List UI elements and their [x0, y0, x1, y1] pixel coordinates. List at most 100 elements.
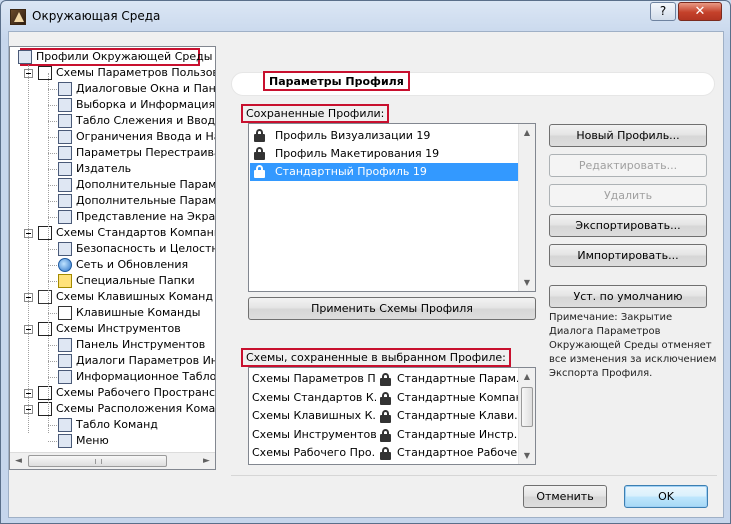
- tree-horizontal-scrollbar[interactable]: ◄ ►: [10, 452, 215, 469]
- tracker-icon: [58, 114, 72, 128]
- apply-profile-schemes-button[interactable]: Применить Схемы Профиля: [248, 297, 536, 320]
- profiles-list[interactable]: Профиль Визуализации 19 Профиль Макетиро…: [248, 123, 536, 292]
- scroll-down-icon[interactable]: ▼: [519, 274, 535, 291]
- tree-item[interactable]: Специальные Папки: [10, 273, 215, 289]
- settings-tree[interactable]: Профили Окружающей Среды Схемы Параметров…: [9, 46, 216, 470]
- tree-item[interactable]: Издатель: [10, 161, 215, 177]
- tree-connector: [48, 217, 57, 218]
- table-row[interactable]: [249, 463, 519, 465]
- schemes-vertical-scrollbar[interactable]: ▲ ▼: [518, 368, 535, 464]
- help-button[interactable]: ?: [650, 2, 676, 21]
- tool-dialog-icon: [58, 354, 72, 368]
- folder-icon: [58, 274, 72, 288]
- import-profile-button[interactable]: Импортировать...: [549, 244, 707, 267]
- tree-item[interactable]: Параметры Перестраивани: [10, 145, 215, 161]
- publisher-icon: [58, 162, 72, 176]
- tree-item[interactable]: Табло Команд: [10, 417, 215, 433]
- profile-icon: [18, 50, 32, 64]
- scroll-down-icon[interactable]: ▼: [519, 447, 535, 464]
- tree-item[interactable]: Меню: [10, 433, 215, 449]
- note-text: Примечание: Закрытие Диалога Параметров …: [549, 312, 717, 379]
- list-item[interactable]: Профиль Макетирования 19: [250, 145, 520, 163]
- tree-item[interactable]: Табло Слежения и Ввод Ко: [10, 113, 215, 129]
- tree-item-label: Параметры Перестраивани: [76, 146, 215, 159]
- list-item[interactable]: Профиль Визуализации 19: [250, 127, 520, 145]
- table-row[interactable]: Схемы Инструментов Стандартные Инстр...: [249, 426, 519, 444]
- tree-item[interactable]: Дополнительные Парамет: [10, 177, 215, 193]
- selection-icon: [58, 98, 72, 112]
- list-item-selected[interactable]: Стандартный Профиль 19: [250, 163, 520, 181]
- tree-item-label: Безопасность и Целостнос: [76, 242, 216, 255]
- tree-item[interactable]: Панель Инструментов: [10, 337, 215, 353]
- tree-item[interactable]: Профили Окружающей Среды: [10, 49, 215, 65]
- tree-item-label: Табло Команд: [76, 418, 158, 431]
- scroll-thumb[interactable]: [521, 387, 533, 427]
- ok-button[interactable]: OK: [624, 485, 708, 508]
- tree-connector: [48, 121, 57, 122]
- tree-connector: [48, 137, 57, 138]
- tree-item-label: Меню: [76, 434, 109, 447]
- lock-icon: [380, 447, 391, 460]
- close-button[interactable]: ✕: [678, 2, 722, 21]
- tree-item[interactable]: Безопасность и Целостнос: [10, 241, 215, 257]
- window-title: Окружающая Среда: [32, 9, 161, 23]
- scroll-thumb[interactable]: [28, 455, 167, 467]
- tree-connector: [28, 65, 29, 433]
- tree-item[interactable]: Схемы Стандартов Компании: [10, 225, 215, 241]
- key-icon: [58, 306, 72, 320]
- tree-connector: [48, 169, 57, 170]
- saved-profiles-label: Сохраненные Профили:: [241, 104, 390, 123]
- tree-item-label: Панель Инструментов: [76, 338, 206, 351]
- command-layout-icon: [38, 402, 52, 416]
- tree-item[interactable]: Схемы Расположения Команд: [10, 401, 215, 417]
- profiles-vertical-scrollbar[interactable]: ▲ ▼: [518, 124, 535, 291]
- table-row[interactable]: Схемы Стандартов К... Стандартные Компани…: [249, 389, 519, 407]
- scroll-right-icon[interactable]: ►: [198, 453, 215, 469]
- lock-icon: [254, 165, 265, 178]
- tree-item[interactable]: Выборка и Информация об: [10, 97, 215, 113]
- profile-name: Профиль Визуализации 19: [275, 129, 431, 142]
- extra-settings-icon: [58, 178, 72, 192]
- workspace-icon: [38, 386, 52, 400]
- tree-item-label: Схемы Рабочего Пространства: [56, 386, 216, 399]
- tree-item[interactable]: Ограничения Ввода и Напр: [10, 129, 215, 145]
- scheme-name: Схемы Клавишных К...: [252, 409, 376, 422]
- scheme-value: Стандартные Компани...: [397, 390, 519, 404]
- scheme-value: Стандартные Парам...: [397, 372, 519, 385]
- scroll-up-icon[interactable]: ▲: [519, 368, 535, 385]
- scheme-name: Схемы Стандартов К...: [252, 390, 376, 404]
- profile-name: Стандартный Профиль 19: [275, 165, 427, 178]
- set-defaults-button[interactable]: Уст. по умолчанию: [549, 285, 707, 308]
- panel-title: Параметры Профиля: [263, 71, 410, 91]
- table-row[interactable]: Схемы Параметров П... Стандартные Парам..…: [249, 370, 519, 388]
- tree-item[interactable]: Дополнительные Парамет: [10, 193, 215, 209]
- scroll-up-icon[interactable]: ▲: [519, 124, 535, 141]
- tree-item-label: Дополнительные Парамет: [76, 194, 216, 207]
- tree-item[interactable]: Схемы Клавишных Команд: [10, 289, 215, 305]
- tree-connector: [48, 441, 57, 442]
- cancel-button[interactable]: Отменить: [523, 485, 607, 508]
- tree-item[interactable]: Информационное Табло: [10, 369, 215, 385]
- export-profile-button[interactable]: Экспортировать...: [549, 214, 707, 237]
- table-row[interactable]: Схемы Рабочего Про... Стандартное Рабоче.…: [249, 444, 519, 462]
- edit-profile-button[interactable]: Редактировать...: [549, 154, 707, 177]
- schemes-list[interactable]: Схемы Параметров П... Стандартные Парам..…: [248, 367, 536, 465]
- extra-settings-icon: [58, 194, 72, 208]
- tree-item[interactable]: Представление на Экране: [10, 209, 215, 225]
- new-profile-button[interactable]: Новый Профиль...: [549, 124, 707, 147]
- tree-item[interactable]: Схемы Параметров Пользоват: [10, 65, 215, 81]
- table-row[interactable]: Схемы Клавишных К... Стандартные Клави...: [249, 407, 519, 425]
- tree-item[interactable]: Диалоговые Окна и Панел: [10, 81, 215, 97]
- scroll-left-icon[interactable]: ◄: [10, 453, 27, 469]
- delete-profile-button[interactable]: Удалить: [549, 184, 707, 207]
- tree-item[interactable]: Схемы Инструментов: [10, 321, 215, 337]
- lock-icon: [380, 428, 391, 442]
- dialog-icon: [58, 82, 72, 96]
- command-table-icon: [58, 418, 72, 432]
- tree-item[interactable]: Диалоги Параметров Инстр: [10, 353, 215, 369]
- tree-item[interactable]: Клавишные Команды: [10, 305, 215, 321]
- tree-item[interactable]: Схемы Рабочего Пространства: [10, 385, 215, 401]
- tree-item[interactable]: Сеть и Обновления: [10, 257, 215, 273]
- tree-item-label: Схемы Инструментов: [56, 322, 181, 335]
- info-box-icon: [58, 370, 72, 384]
